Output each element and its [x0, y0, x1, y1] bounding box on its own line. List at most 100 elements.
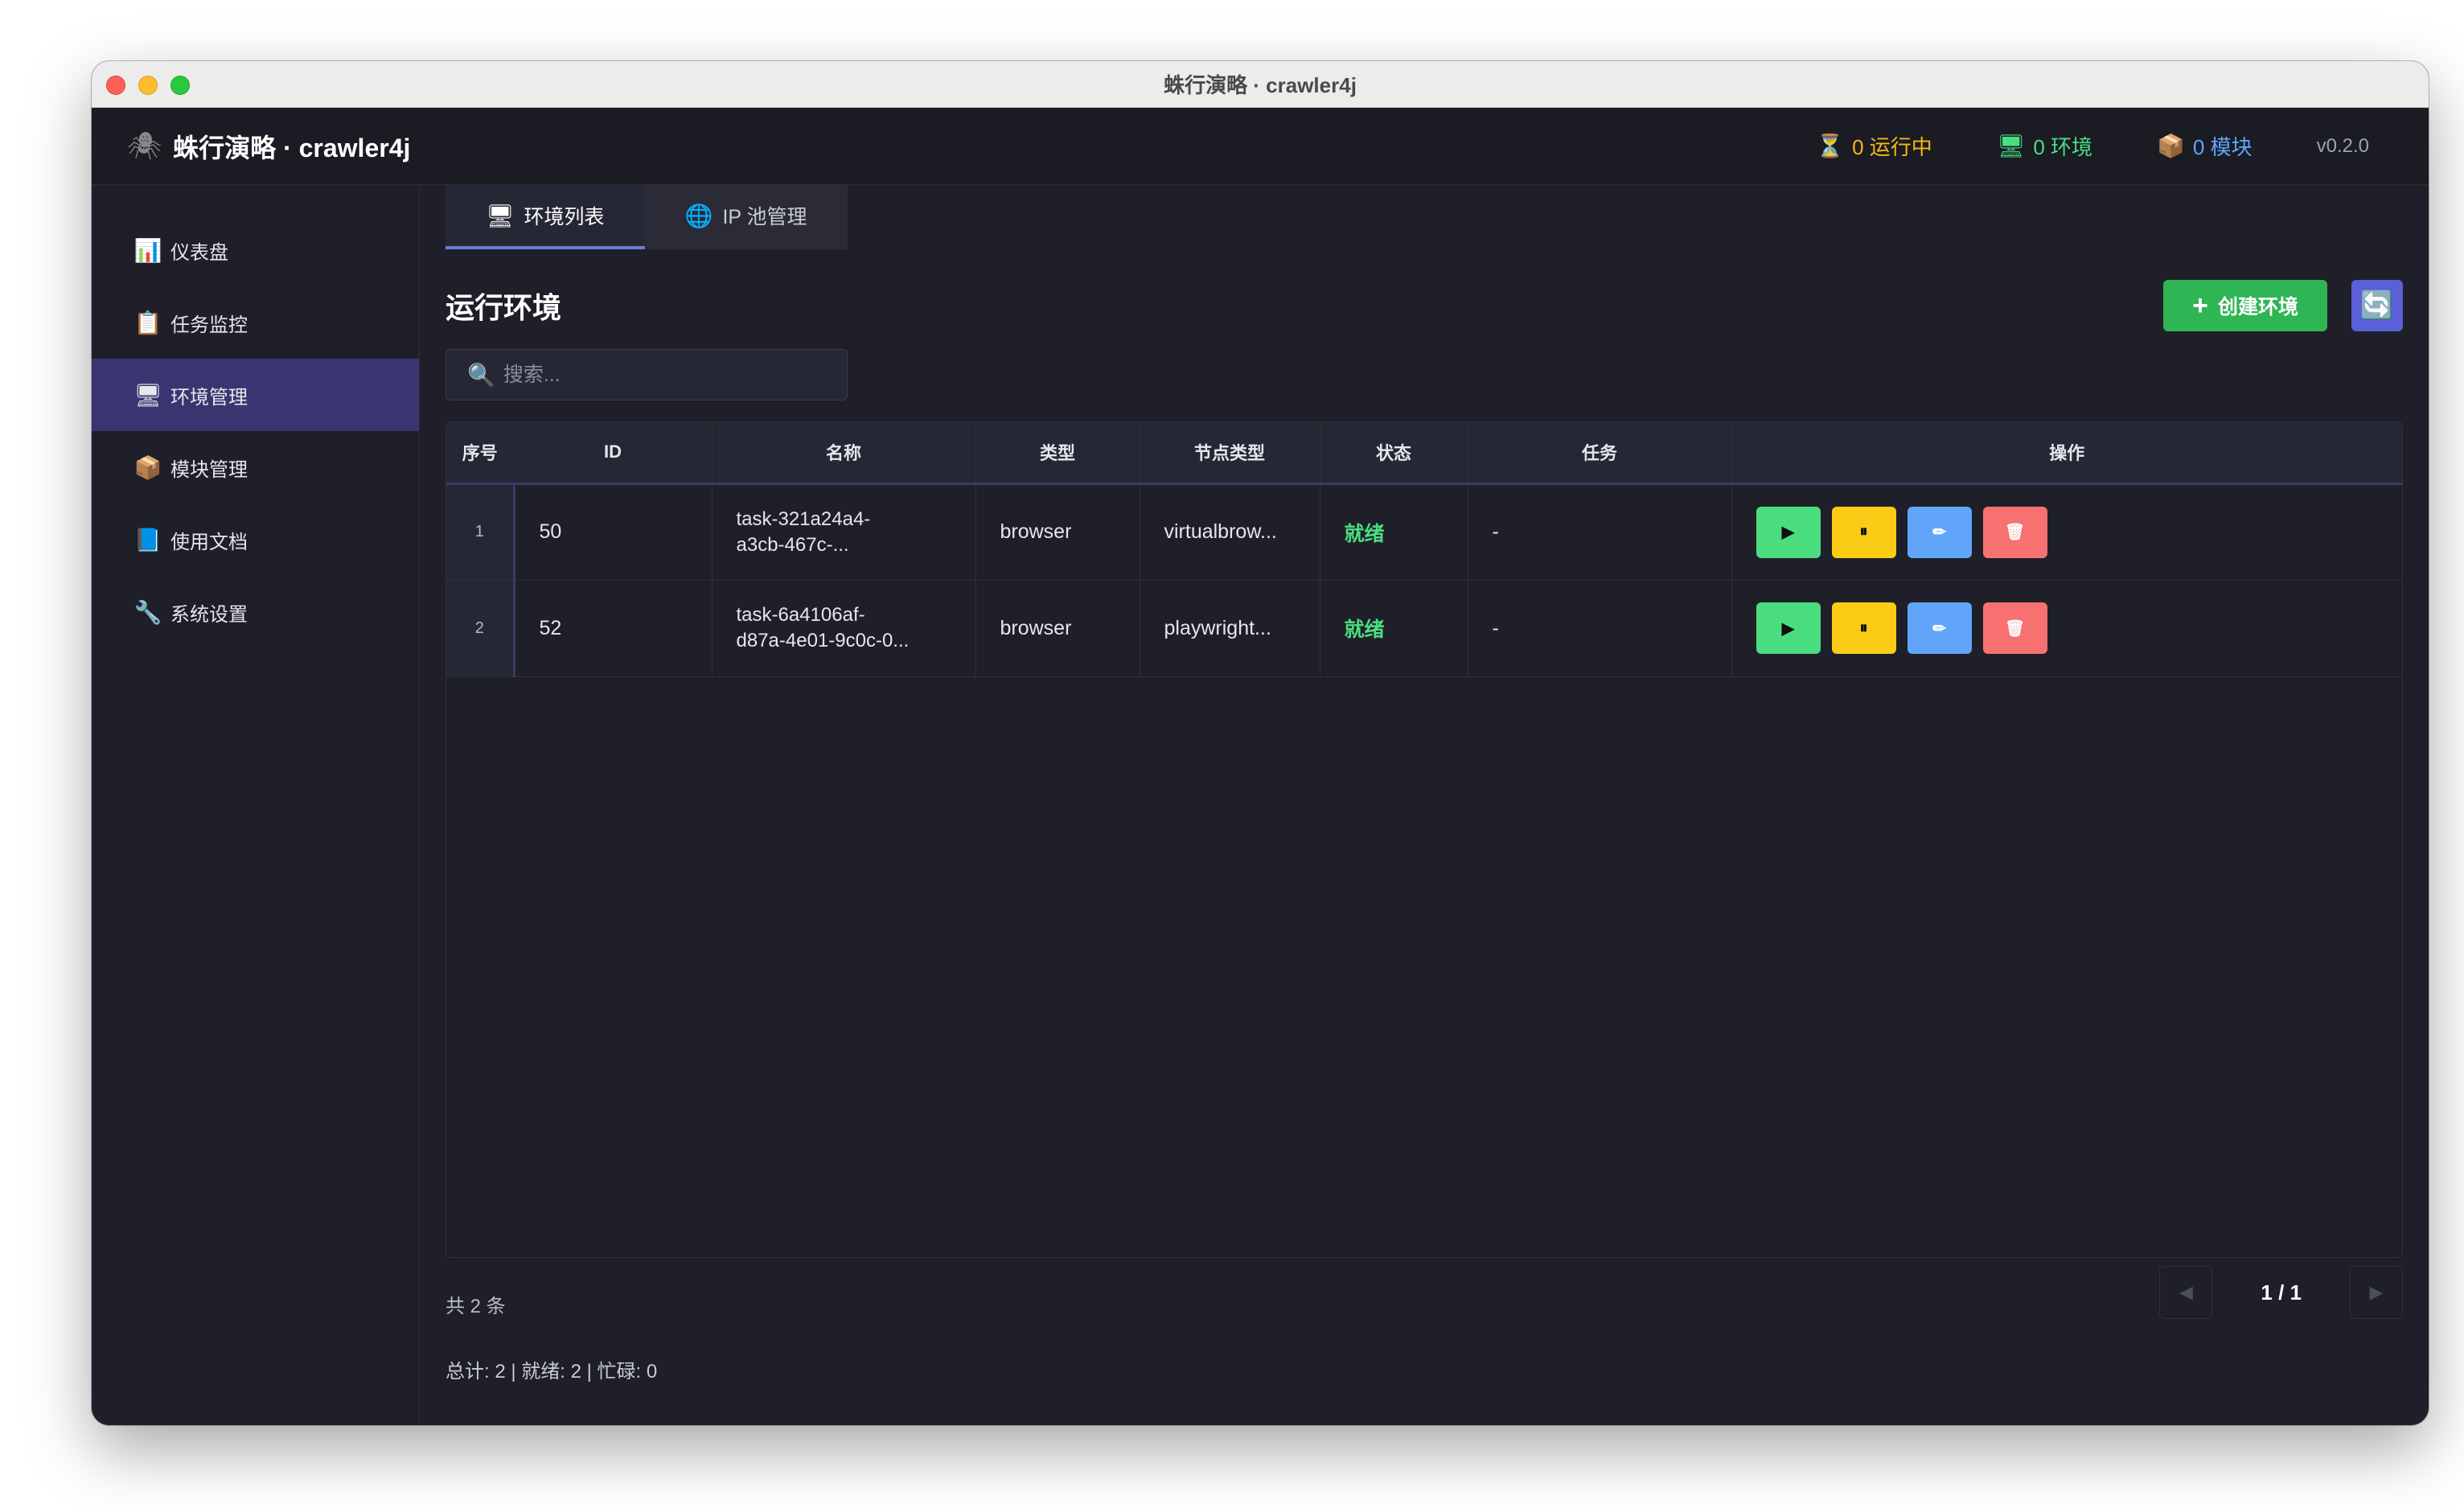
sidebar-item-modules[interactable]: 📦 模块管理: [92, 431, 419, 503]
hourglass-icon: ⏳: [1816, 134, 1845, 158]
maximize-window-button[interactable]: [170, 76, 190, 95]
chevron-right-icon: ▶: [2369, 1282, 2384, 1302]
edit-button[interactable]: ✏: [1907, 602, 1972, 654]
monitor-icon: 🖥: [1996, 134, 2026, 158]
book-icon: 📘: [133, 527, 162, 553]
refresh-icon: 🔄: [2359, 290, 2395, 321]
env-task: -: [1468, 483, 1732, 580]
status-summary: 总计: 2 | 就绪: 2 | 忙碌: 0: [446, 1361, 658, 1383]
minimize-window-button[interactable]: [138, 76, 158, 95]
running-count-label: 0 运行中: [1852, 135, 1932, 159]
column-header[interactable]: 操作: [1731, 422, 2402, 483]
env-name: task-321a24a4- a3cb-467c-...: [712, 483, 976, 580]
sidebar-item-label: 任务监控: [170, 314, 248, 336]
module-count-label: 0 模块: [2192, 135, 2253, 159]
start-button[interactable]: ▶: [1756, 506, 1821, 558]
app-header: 🕷 蛛行演略 · crawler4j ⏳ 0 运行中 🖥 0 环境 📦 0 模块…: [92, 108, 2429, 185]
window-controls: [106, 76, 190, 95]
close-window-button[interactable]: [106, 76, 125, 95]
column-header[interactable]: 任务: [1468, 422, 1732, 483]
env-id: 50: [514, 483, 713, 580]
search-input[interactable]: [503, 363, 825, 387]
status-badge: 就绪: [1320, 483, 1468, 580]
monitor-icon: 🖥: [133, 382, 162, 408]
sidebar-item-settings[interactable]: 🔧 系统设置: [92, 576, 419, 648]
pause-icon: ⏸: [1859, 618, 1868, 637]
row-actions: ▶ ⏸ ✏ 🗑: [1731, 483, 2402, 580]
pencil-icon: ✏: [1932, 524, 1946, 541]
env-name-line: d87a-4e01-9c0c-0...: [736, 630, 910, 651]
app-logo: 🕷 蛛行演略 · crawler4j: [127, 128, 410, 165]
app-name: 蛛行演略 · crawler4j: [173, 133, 411, 162]
play-icon: ▶: [1781, 524, 1795, 541]
env-name-line: task-6a4106af-: [736, 604, 865, 626]
pagination: ◀ 1 / 1 ▶: [2159, 1266, 2403, 1319]
globe-icon: 🌐: [684, 203, 713, 228]
section-header: 运行环境 + 创建环境 🔄: [446, 280, 2403, 331]
module-count: 📦 0 模块: [2157, 131, 2253, 161]
sidebar-item-environment[interactable]: 🖥 环境管理: [92, 359, 419, 431]
env-type: browser: [975, 580, 1140, 676]
env-id: 52: [514, 580, 713, 676]
sidebar-item-task-monitor[interactable]: 📋 任务监控: [92, 286, 419, 359]
header-actions: + 创建环境 🔄: [2163, 280, 2403, 331]
wrench-icon: 🔧: [133, 599, 162, 625]
app-window: 蛛行演略 · crawler4j 🕷 蛛行演略 · crawler4j ⏳ 0 …: [92, 61, 2429, 1425]
trash-icon: 🗑: [2004, 524, 2026, 541]
delete-button[interactable]: 🗑: [1982, 602, 2047, 654]
env-type: browser: [975, 483, 1140, 580]
tab-bar: 🖥 环境列表 🌐 IP 池管理: [446, 185, 2403, 249]
start-button[interactable]: ▶: [1756, 602, 1821, 654]
total-count: 共 2 条: [446, 1296, 506, 1317]
edit-button[interactable]: ✏: [1907, 506, 1972, 558]
column-header[interactable]: 类型: [975, 422, 1140, 483]
page-indicator: 1 / 1: [2261, 1280, 2302, 1305]
env-node-type: virtualbrow...: [1140, 483, 1320, 580]
env-task: -: [1468, 580, 1732, 676]
sidebar-item-label: 使用文档: [170, 531, 248, 553]
main-content: 🖥 环境列表 🌐 IP 池管理 运行环境 + 创建环境 🔄 🔍 搜索... 序号…: [420, 185, 2429, 1425]
plus-icon: +: [2192, 290, 2208, 321]
column-header[interactable]: 序号: [446, 422, 515, 483]
table-header-row: 序号 ID 名称 类型 节点类型 状态 任务 操作: [446, 422, 2402, 483]
tab-environment-list[interactable]: 🖥 环境列表: [446, 185, 645, 249]
page-title: 运行环境: [446, 291, 562, 324]
column-header[interactable]: ID: [514, 422, 713, 483]
env-name-line: a3cb-467c-...: [736, 533, 849, 556]
environment-count: 🖥 0 环境: [1997, 131, 2092, 161]
column-header[interactable]: 名称: [712, 422, 976, 483]
table-row[interactable]: 2 52 task-6a4106af- d87a-4e01-9c0c-0... …: [446, 580, 2402, 676]
package-icon: 📦: [2157, 134, 2185, 158]
sidebar-item-label: 仪表盘: [170, 241, 228, 264]
version-label: v0.2.0: [2316, 134, 2369, 157]
row-index: 2: [446, 580, 515, 676]
table-footer: 共 2 条 ◀ 1 / 1 ▶ 总计: 2 | 就绪: 2 | 忙碌: 0: [446, 1266, 2403, 1383]
refresh-button[interactable]: 🔄: [2351, 280, 2403, 331]
sidebar-item-label: 系统设置: [170, 603, 248, 626]
pencil-icon: ✏: [1932, 619, 1946, 638]
table-row[interactable]: 1 50 task-321a24a4- a3cb-467c-... browse…: [446, 483, 2402, 580]
environment-count-label: 0 环境: [2033, 135, 2093, 159]
sidebar-item-docs[interactable]: 📘 使用文档: [92, 503, 419, 576]
next-page-button[interactable]: ▶: [2350, 1266, 2403, 1319]
delete-button[interactable]: 🗑: [1982, 506, 2047, 558]
chevron-left-icon: ◀: [2179, 1282, 2193, 1302]
column-header[interactable]: 节点类型: [1140, 422, 1320, 483]
sidebar-item-dashboard[interactable]: 📊 仪表盘: [92, 214, 419, 286]
create-environment-button[interactable]: + 创建环境: [2163, 280, 2327, 331]
chart-icon: 📊: [133, 237, 162, 263]
search-icon: 🔍: [467, 362, 495, 388]
prev-page-button[interactable]: ◀: [2159, 1266, 2213, 1319]
env-name-line: task-321a24a4-: [736, 507, 871, 530]
spider-icon: 🕷: [127, 130, 162, 162]
trash-icon: 🗑: [2004, 619, 2026, 638]
column-header[interactable]: 状态: [1320, 422, 1468, 483]
tab-ip-pool[interactable]: 🌐 IP 池管理: [644, 185, 848, 249]
create-environment-label: 创建环境: [2217, 296, 2298, 318]
monitor-icon: 🖥: [486, 203, 515, 228]
pause-button[interactable]: ⏸: [1831, 602, 1896, 654]
pause-button[interactable]: ⏸: [1831, 506, 1896, 558]
environment-table: 序号 ID 名称 类型 节点类型 状态 任务 操作 1 50 task-321a…: [446, 421, 2403, 1258]
row-index: 1: [446, 483, 515, 580]
package-icon: 📦: [133, 454, 162, 480]
